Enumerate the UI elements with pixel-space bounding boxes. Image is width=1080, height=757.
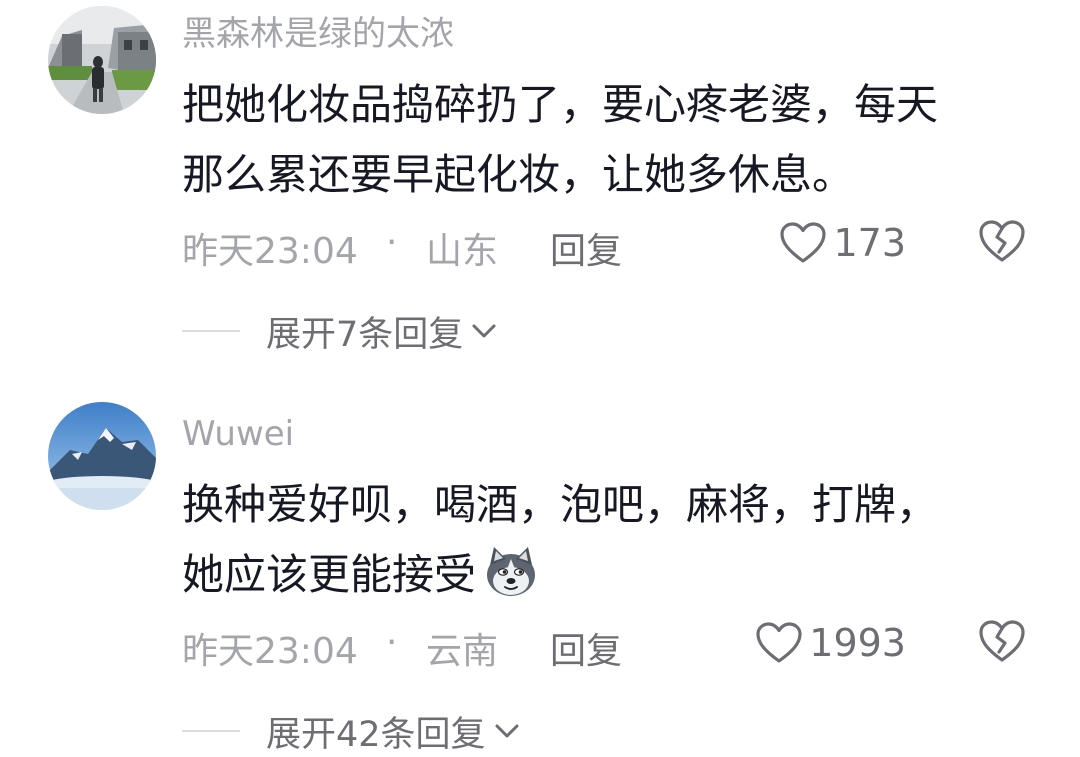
chevron-down-icon: [495, 724, 519, 738]
meta-separator: ·: [386, 222, 398, 263]
comment-meta: 昨天23:04 · 山东 回复 173: [182, 218, 1028, 272]
divider-line: [182, 730, 240, 732]
broken-heart-icon: [979, 220, 1025, 262]
comment-text: 换种爱好呗，喝酒，泡吧，麻将，打牌， 她应该更能接受: [182, 470, 1042, 610]
avatar-photo-mountain: [48, 402, 156, 510]
expand-replies-button[interactable]: 展开42条回复: [182, 706, 520, 756]
comment-text-line: 她应该更能接受: [182, 540, 1042, 610]
comment-text-line: 换种爱好呗，喝酒，泡吧，麻将，打牌，: [182, 480, 939, 529]
comment-text: 把她化妆品捣碎扔了，要心疼老婆，每天 那么累还要早起化妆，让她多休息。: [182, 70, 1042, 210]
avatar[interactable]: [48, 402, 156, 510]
reply-button[interactable]: 回复: [550, 222, 622, 274]
like-count: 1993: [809, 621, 906, 665]
comment-meta: 昨天23:04 · 云南 回复 1993: [182, 618, 1028, 672]
dislike-button[interactable]: [978, 218, 1028, 268]
heart-outline-icon: [780, 222, 827, 263]
comment-text-line: 那么累还要早起化妆，让她多休息。: [182, 150, 855, 199]
timestamp: 昨天23:04: [182, 231, 358, 272]
expand-replies-label: 展开42条回复: [266, 714, 486, 755]
expand-replies-label: 展开7条回复: [266, 314, 464, 355]
comment-item: 黑森林是绿的太浓 把她化妆品捣碎扔了，要心疼老婆，每天 那么累还要早起化妆，让她…: [0, 0, 1080, 380]
broken-heart-icon: [979, 620, 1025, 662]
username[interactable]: 黑森林是绿的太浓: [182, 14, 454, 54]
like-button[interactable]: 173: [779, 218, 906, 268]
divider-line: [182, 330, 240, 332]
expand-replies-button[interactable]: 展开7条回复: [182, 306, 497, 356]
chevron-down-icon: [472, 324, 496, 338]
comment-item: Wuwei 换种爱好呗，喝酒，泡吧，麻将，打牌， 她应该更能接受 昨天23:04…: [0, 396, 1080, 756]
timestamp: 昨天23:04: [182, 631, 358, 672]
heart-outline-icon: [756, 622, 802, 663]
comment-text-segment: 她应该更能接受: [182, 550, 477, 599]
dislike-button[interactable]: [978, 618, 1028, 668]
ip-region: 云南: [426, 631, 499, 672]
comment-text-line: 把她化妆品捣碎扔了，要心疼老婆，每天: [182, 80, 939, 129]
reply-button[interactable]: 回复: [550, 622, 622, 674]
ip-region: 山东: [426, 231, 499, 272]
husky-dog-icon: [487, 547, 536, 596]
avatar-photo-person: [48, 6, 156, 114]
like-button[interactable]: 1993: [755, 618, 906, 668]
meta-separator: ·: [386, 622, 398, 663]
avatar[interactable]: [48, 6, 156, 114]
username[interactable]: Wuwei: [182, 414, 294, 454]
like-count: 173: [833, 221, 906, 265]
husky-dog-emoji: [484, 545, 538, 599]
